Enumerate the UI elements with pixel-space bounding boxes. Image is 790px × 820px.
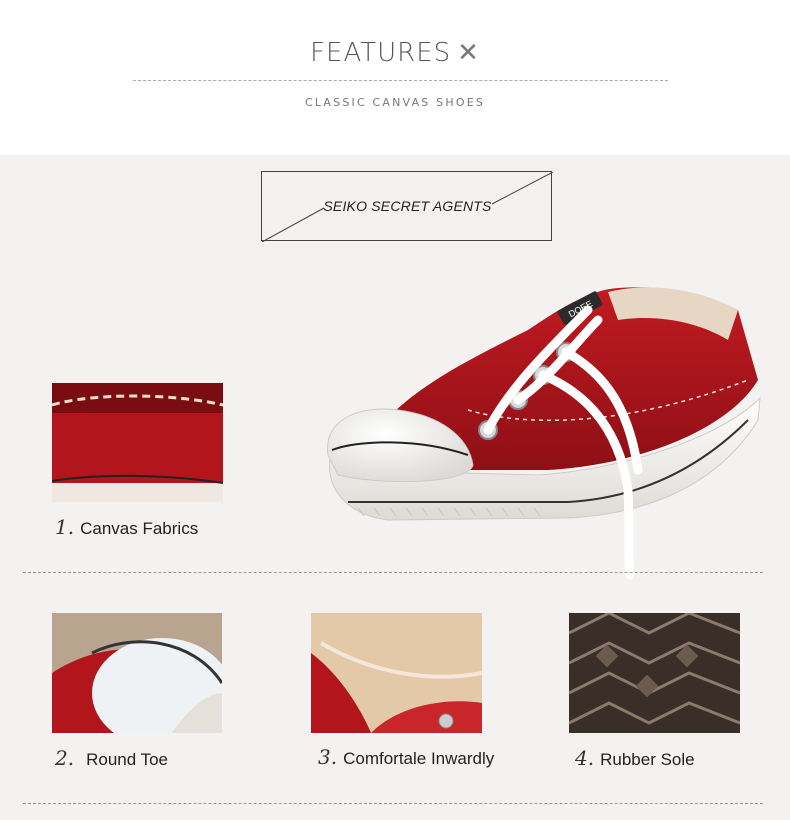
feature-4-caption: 4. Rubber Sole: [575, 746, 695, 770]
features-title: FEATURES ✕: [0, 38, 790, 68]
feature-3-caption: 3. Comfortale Inwardly: [318, 745, 494, 769]
feature-1-label: Canvas Fabrics: [80, 519, 199, 538]
feature-3-label: Comfortale Inwardly: [343, 749, 495, 768]
close-icon: ✕: [457, 38, 480, 68]
canvas-fabric-closeup-icon: [52, 383, 223, 502]
feature-1-caption: 1. Canvas Fabrics: [55, 515, 198, 539]
brand-badge: SEIKO SECRET AGENTS: [261, 171, 553, 242]
bottom-dashed-divider: [23, 803, 763, 804]
feature-2-image: [52, 613, 222, 733]
features-title-text: FEATURES: [310, 38, 452, 68]
inner-lining-closeup-icon: [311, 613, 482, 733]
feature-2-number: 2.: [55, 746, 75, 770]
feature-3-number: 3.: [318, 745, 338, 769]
feature-1-image: [52, 383, 223, 502]
feature-2-caption: 2. Round Toe: [55, 746, 168, 770]
features-subtitle: CLASSIC CANVAS SHOES: [304, 96, 486, 109]
brand-badge-label: SEIKO SECRET AGENTS: [323, 198, 492, 214]
round-toe-closeup-icon: [52, 613, 222, 733]
feature-4-label: Rubber Sole: [600, 750, 695, 769]
section-dashed-divider: [23, 572, 763, 573]
feature-3-image: [311, 613, 482, 733]
red-canvas-shoe-image: DOEE: [327, 287, 761, 580]
feature-4-image: [569, 613, 740, 733]
rubber-sole-closeup-icon: [569, 613, 740, 733]
feature-1-number: 1.: [55, 515, 75, 539]
features-header: FEATURES ✕ CLASSIC CANVAS SHOES: [0, 0, 790, 155]
feature-4-number: 4.: [575, 746, 595, 770]
header-dashed-divider: [133, 80, 668, 81]
feature-2-label: Round Toe: [86, 750, 169, 769]
